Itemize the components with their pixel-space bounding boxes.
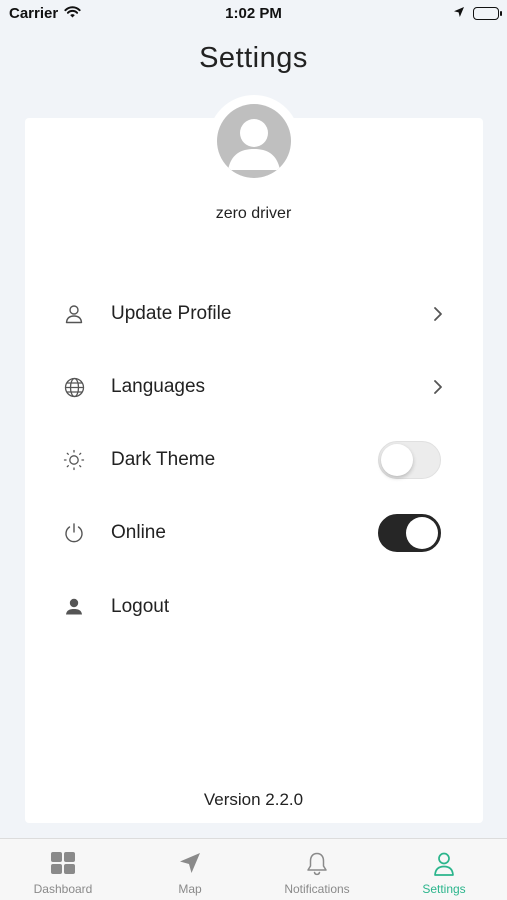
- toggle-knob: [406, 517, 438, 549]
- page-title: Settings: [199, 42, 308, 74]
- profile-name: zero driver: [215, 205, 292, 222]
- tab-map[interactable]: Map: [127, 839, 253, 900]
- tab-label-notifications: Notifications: [284, 882, 350, 896]
- menu-item-logout[interactable]: Logout: [25, 579, 483, 635]
- version-label: Version 2.2.0: [203, 790, 304, 809]
- navigation-arrow-icon: [127, 851, 253, 877]
- tab-label-dashboard: Dashboard: [33, 882, 93, 896]
- user-filled-icon: [62, 595, 86, 619]
- power-icon: [62, 521, 86, 545]
- tab-label-map: Map: [178, 882, 202, 896]
- menu-item-update-profile[interactable]: Update Profile: [25, 286, 483, 342]
- location-arrow-icon: [453, 5, 465, 22]
- status-time: 1:02 PM: [225, 5, 282, 22]
- tab-dashboard[interactable]: Dashboard: [0, 839, 126, 900]
- battery-icon: [473, 7, 502, 20]
- tab-notifications[interactable]: Notifications: [254, 839, 380, 900]
- avatar-placeholder-icon: [217, 104, 291, 178]
- chevron-right-icon: [431, 304, 445, 324]
- tab-settings[interactable]: Settings: [381, 839, 507, 900]
- menu-item-online: Online: [25, 505, 483, 561]
- menu-label-dark-theme: Dark Theme: [111, 449, 216, 470]
- user-outline-icon: [62, 302, 86, 326]
- tab-label-settings: Settings: [422, 882, 466, 896]
- menu-item-dark-theme: Dark Theme: [25, 432, 483, 488]
- user-outline-icon: [381, 851, 507, 877]
- bell-icon: [254, 851, 380, 877]
- sun-icon: [62, 448, 86, 472]
- menu-item-languages[interactable]: Languages: [25, 359, 483, 415]
- toggle-knob: [381, 444, 413, 476]
- menu-label-online: Online: [111, 522, 166, 543]
- chevron-right-icon: [431, 377, 445, 397]
- online-toggle[interactable]: [378, 514, 441, 552]
- status-right: [453, 5, 502, 22]
- grid-icon: [0, 851, 126, 877]
- status-bar: Carrier 1:02 PM: [0, 0, 507, 30]
- menu-label-update-profile: Update Profile: [111, 303, 232, 324]
- avatar[interactable]: [208, 95, 300, 187]
- globe-icon: [62, 375, 86, 399]
- tab-bar: Dashboard Map Notifications Settings: [0, 838, 507, 900]
- menu-label-logout: Logout: [111, 596, 170, 617]
- menu-label-languages: Languages: [111, 376, 206, 397]
- dark-theme-toggle[interactable]: [378, 441, 441, 479]
